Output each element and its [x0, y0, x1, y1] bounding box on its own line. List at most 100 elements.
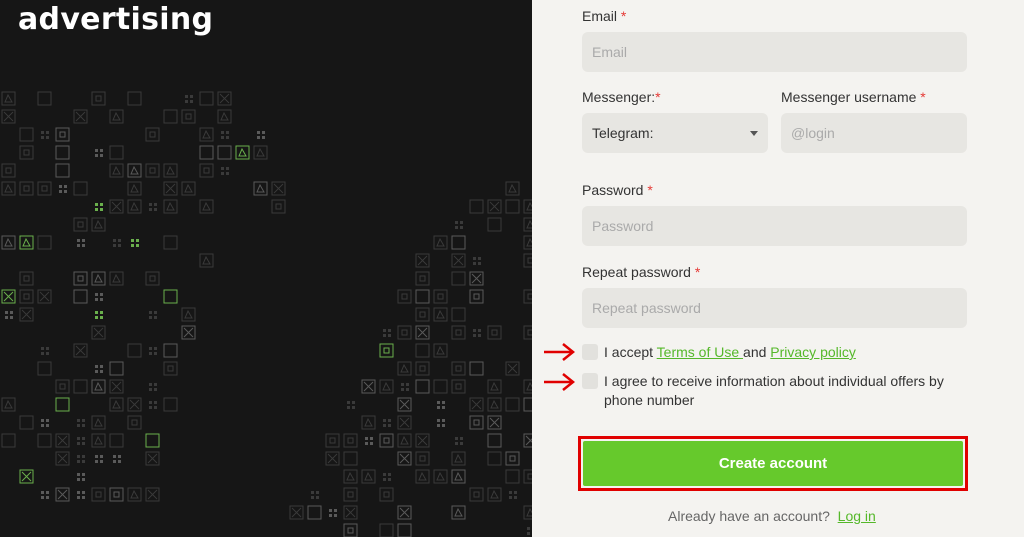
- pattern-tile: [397, 523, 412, 537]
- pattern-tile: [95, 293, 103, 301]
- pattern-tile: [73, 109, 88, 124]
- pattern-tile: [91, 91, 106, 106]
- pattern-tile: [451, 325, 466, 340]
- email-label: Email *: [582, 8, 627, 24]
- pattern-tile: [37, 235, 52, 250]
- pattern-tile: [1, 163, 16, 178]
- pattern-tile: [1, 91, 16, 106]
- pattern-tile: [163, 397, 178, 412]
- pattern-tile: [73, 217, 88, 232]
- password-input[interactable]: [582, 206, 967, 246]
- pattern-tile: [523, 433, 532, 448]
- pattern-tile: [163, 109, 178, 124]
- pattern-tile: [55, 127, 70, 142]
- pattern-tile: [343, 523, 358, 537]
- pattern-tile: [91, 271, 106, 286]
- pattern-tile: [199, 199, 214, 214]
- pattern-tile: [181, 109, 196, 124]
- create-account-button[interactable]: Create account: [583, 441, 963, 486]
- pattern-tile: [145, 451, 160, 466]
- privacy-policy-link[interactable]: Privacy policy: [770, 344, 856, 360]
- messenger-username-input[interactable]: [781, 113, 967, 153]
- pattern-tile: [451, 451, 466, 466]
- pattern-tile: [91, 433, 106, 448]
- pattern-tile: [199, 127, 214, 142]
- pattern-tile: [149, 401, 157, 409]
- terms-of-use-link[interactable]: Terms of Use: [657, 344, 743, 360]
- pattern-tile: [257, 131, 265, 139]
- pattern-tile: [55, 379, 70, 394]
- pattern-tile: [149, 383, 157, 391]
- log-in-link[interactable]: Log in: [838, 508, 876, 524]
- pattern-tile: [415, 289, 430, 304]
- pattern-tile: [397, 451, 412, 466]
- pattern-tile: [145, 163, 160, 178]
- pattern-tile: [109, 433, 124, 448]
- pattern-tile: [379, 379, 394, 394]
- pattern-tile: [77, 419, 85, 427]
- pattern-tile: [19, 235, 34, 250]
- pattern-tile: [19, 469, 34, 484]
- pattern-tile: [487, 487, 502, 502]
- pattern-tile: [397, 361, 412, 376]
- pattern-tile: [19, 127, 34, 142]
- background-pattern: [1, 91, 532, 537]
- pattern-tile: [271, 199, 286, 214]
- pattern-tile: [109, 379, 124, 394]
- pattern-tile: [253, 181, 268, 196]
- messenger-select[interactable]: Telegram:: [582, 113, 768, 153]
- messenger-username-label: Messenger username *: [781, 89, 926, 105]
- pattern-tile: [523, 469, 532, 484]
- pattern-tile: [523, 325, 532, 340]
- pattern-tile: [505, 181, 520, 196]
- pattern-tile: [149, 347, 157, 355]
- pattern-tile: [437, 401, 445, 409]
- pattern-tile: [451, 271, 466, 286]
- offers-text: I agree to receive information about ind…: [604, 373, 944, 408]
- pattern-tile: [527, 527, 530, 535]
- pattern-tile: [37, 433, 52, 448]
- pattern-tile: [415, 451, 430, 466]
- pattern-tile: [55, 145, 70, 160]
- terms-checkbox[interactable]: [582, 344, 598, 360]
- pattern-tile: [41, 347, 49, 355]
- pattern-tile: [91, 487, 106, 502]
- email-input[interactable]: [582, 32, 967, 72]
- pattern-tile: [343, 469, 358, 484]
- pattern-tile: [113, 455, 121, 463]
- pattern-tile: [379, 523, 394, 537]
- repeat-password-input[interactable]: [582, 288, 967, 328]
- messenger-selected-value: Telegram:: [592, 125, 654, 141]
- pattern-tile: [77, 491, 85, 499]
- pattern-tile: [145, 127, 160, 142]
- pattern-tile: [91, 325, 106, 340]
- pattern-tile: [307, 505, 322, 520]
- pattern-tile: [397, 433, 412, 448]
- pattern-tile: [19, 181, 34, 196]
- pattern-tile: [361, 469, 376, 484]
- pattern-tile: [221, 131, 229, 139]
- pattern-tile: [217, 91, 232, 106]
- pattern-tile: [149, 203, 157, 211]
- password-label: Password *: [582, 182, 653, 198]
- pattern-tile: [55, 433, 70, 448]
- pattern-tile: [163, 199, 178, 214]
- pattern-tile: [95, 365, 103, 373]
- pattern-tile: [73, 271, 88, 286]
- pattern-tile: [437, 419, 445, 427]
- pattern-tile: [1, 109, 16, 124]
- pattern-tile: [397, 325, 412, 340]
- pattern-tile: [311, 491, 319, 499]
- pattern-tile: [343, 451, 358, 466]
- pattern-tile: [37, 289, 52, 304]
- pattern-tile: [127, 181, 142, 196]
- pattern-tile: [181, 307, 196, 322]
- pattern-tile: [37, 181, 52, 196]
- pattern-tile: [455, 221, 463, 229]
- red-arrow-icon: [544, 373, 576, 391]
- pattern-tile: [77, 239, 85, 247]
- offers-checkbox[interactable]: [582, 373, 598, 389]
- pattern-tile: [469, 289, 484, 304]
- pattern-tile: [163, 343, 178, 358]
- pattern-tile: [127, 91, 142, 106]
